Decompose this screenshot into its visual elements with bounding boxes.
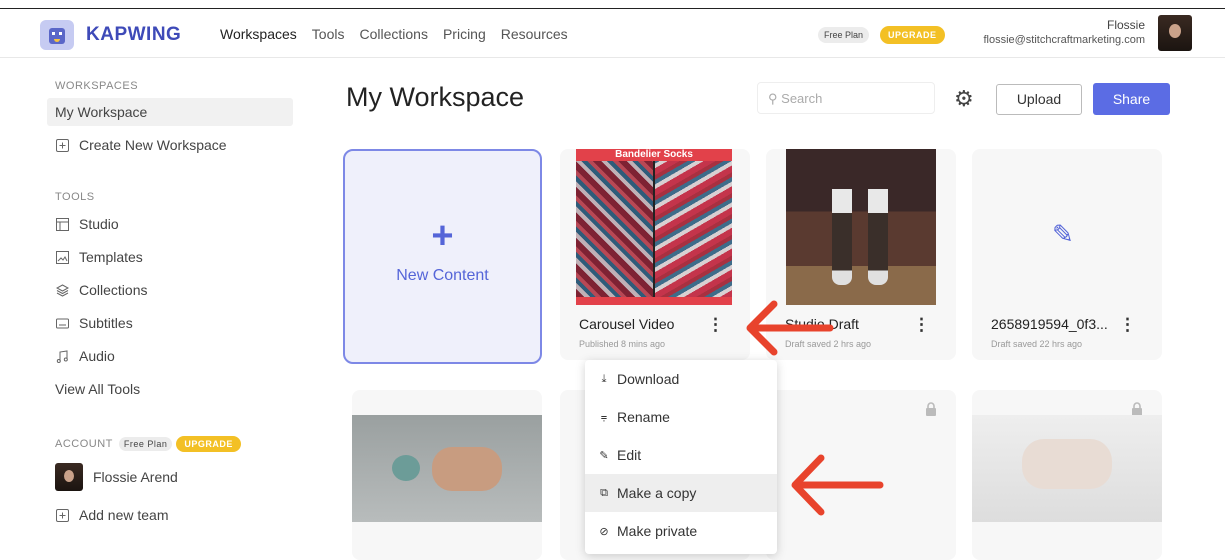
tools-heading: TOOLS: [55, 191, 95, 203]
menu-item-label: Rename: [617, 409, 670, 425]
project-thumbnail: [352, 415, 542, 522]
menu-item-label: Download: [617, 371, 680, 387]
sidebar-item-audio[interactable]: Audio: [55, 348, 115, 364]
menu-item-label: Make private: [617, 523, 698, 539]
account-upgrade-button[interactable]: UPGRADE: [176, 436, 241, 452]
search-icon: ⚲: [768, 91, 778, 106]
sidebar-item-collections[interactable]: Collections: [55, 282, 147, 298]
pencil-icon: ✎: [599, 449, 609, 462]
account-user-name: Flossie Arend: [93, 469, 178, 485]
pencil-icon: ✎: [1052, 219, 1074, 249]
sidebar: WORKSPACES My Workspace Create New Works…: [0, 60, 300, 554]
project-card-draft-file[interactable]: ✎ 2658919594_0f3... Draft saved 22 hrs a…: [972, 149, 1162, 360]
sidebar-item-label: Collections: [79, 282, 148, 298]
menu-item-edit[interactable]: ✎ Edit: [585, 436, 777, 474]
upload-button[interactable]: Upload: [996, 84, 1082, 115]
plus-box-icon: [55, 138, 69, 152]
sidebar-item-studio[interactable]: Studio: [55, 216, 119, 232]
main-nav: Workspaces Tools Collections Pricing Res…: [220, 26, 568, 42]
nav-collections[interactable]: Collections: [359, 26, 427, 42]
nav-workspaces[interactable]: Workspaces: [220, 26, 297, 42]
search-placeholder: Search: [781, 91, 823, 106]
download-icon: ⤓: [601, 372, 607, 385]
account-free-plan-badge: Free Plan: [118, 437, 173, 451]
more-options-icon[interactable]: ⋮: [913, 315, 930, 335]
project-card-carousel[interactable]: Bandelier Socks Carousel Video Published…: [560, 149, 750, 360]
menu-item-rename[interactable]: ⩦ Rename: [585, 398, 777, 436]
new-content-label: New Content: [396, 267, 489, 284]
upgrade-button[interactable]: UPGRADE: [880, 26, 945, 44]
sidebar-item-label: Audio: [79, 348, 115, 364]
add-new-team-item[interactable]: Add new team: [55, 507, 169, 523]
annotation-arrow-icon: [791, 454, 884, 516]
menu-item-make-copy[interactable]: ⧉ Make a copy: [585, 474, 777, 512]
menu-item-download[interactable]: ⤓ Download: [585, 360, 777, 398]
sidebar-item-label: Subtitles: [79, 315, 133, 331]
thumbnail-banner: Bandelier Socks: [576, 149, 732, 161]
page-title: My Workspace: [346, 82, 525, 112]
account-avatar: [55, 463, 83, 491]
nav-resources[interactable]: Resources: [501, 26, 568, 42]
user-avatar[interactable]: [1158, 15, 1192, 51]
sidebar-item-label: Studio: [79, 216, 119, 232]
project-card-row2-4[interactable]: [972, 390, 1162, 560]
user-name: Flossie: [1106, 18, 1145, 32]
brand-name[interactable]: KAPWING: [86, 24, 181, 46]
user-email: flossie@stitchcraftmarketing.com: [983, 34, 1145, 46]
project-name: Carousel Video: [579, 316, 675, 332]
free-plan-badge: Free Plan: [818, 27, 870, 43]
plus-icon: +: [431, 215, 454, 257]
menu-item-label: Make a copy: [617, 485, 697, 501]
lock-icon: [924, 402, 938, 419]
project-status: Published 8 mins ago: [579, 339, 666, 349]
music-note-icon: [55, 349, 69, 363]
top-border: [0, 0, 1225, 9]
sidebar-item-templates[interactable]: Templates: [55, 249, 143, 265]
project-name: 2658919594_0f3...: [991, 316, 1108, 332]
layers-icon: [55, 283, 69, 297]
project-context-menu: ⤓ Download ⩦ Rename ✎ Edit ⧉ Make a copy…: [585, 360, 777, 554]
sidebar-item-subtitles[interactable]: Subtitles: [55, 315, 133, 331]
search-input[interactable]: ⚲ Search: [757, 82, 935, 114]
gear-icon[interactable]: ⚙: [954, 86, 974, 112]
menu-item-make-private[interactable]: ⊘ Make private: [585, 512, 777, 550]
sidebar-item-create-workspace[interactable]: Create New Workspace: [55, 137, 227, 153]
sidebar-item-label: Create New Workspace: [79, 137, 227, 153]
view-all-tools-link[interactable]: View All Tools: [55, 381, 140, 397]
nav-pricing[interactable]: Pricing: [443, 26, 486, 42]
account-heading-row: ACCOUNT Free Plan UPGRADE: [55, 436, 241, 452]
sidebar-item-label: My Workspace: [55, 104, 148, 120]
sidebar-item-label: Add new team: [79, 507, 169, 523]
workspaces-heading: WORKSPACES: [55, 80, 139, 92]
copy-icon: ⧉: [600, 486, 608, 499]
subtitles-icon: [55, 316, 69, 330]
project-thumbnail: [786, 149, 936, 305]
project-thumbnail: [972, 415, 1162, 522]
rename-icon: ⩦: [600, 410, 608, 423]
project-card-row2-1[interactable]: [352, 390, 542, 560]
sidebar-item-my-workspace[interactable]: My Workspace: [55, 104, 147, 120]
account-user-item[interactable]: Flossie Arend: [55, 463, 178, 491]
eye-slash-icon: ⊘: [599, 525, 609, 538]
share-button[interactable]: Share: [1093, 83, 1170, 115]
kapwing-logo-icon[interactable]: [40, 20, 74, 50]
account-heading: ACCOUNT: [55, 438, 113, 450]
studio-icon: [55, 217, 69, 231]
nav-tools[interactable]: Tools: [312, 26, 345, 42]
annotation-arrow-icon: [746, 300, 834, 356]
more-options-icon[interactable]: ⋮: [707, 315, 724, 335]
plus-box-icon: [55, 508, 69, 522]
new-content-card[interactable]: + New Content: [343, 149, 542, 364]
project-status: Draft saved 22 hrs ago: [991, 339, 1083, 349]
project-thumbnail: Bandelier Socks: [576, 149, 732, 305]
image-icon: [55, 250, 69, 264]
sidebar-item-label: View All Tools: [55, 381, 141, 397]
more-options-icon[interactable]: ⋮: [1119, 315, 1136, 335]
menu-item-label: Edit: [617, 447, 642, 463]
sidebar-item-label: Templates: [79, 249, 143, 265]
top-navbar: KAPWING Workspaces Tools Collections Pri…: [0, 10, 1225, 58]
